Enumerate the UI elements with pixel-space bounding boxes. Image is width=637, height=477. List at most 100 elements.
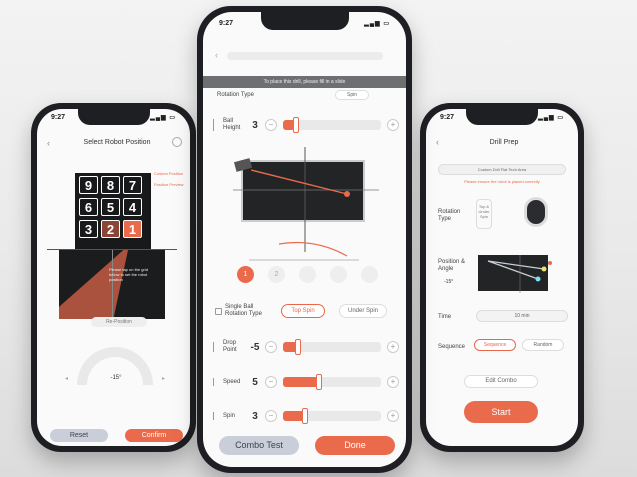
ball-height-knob[interactable]	[293, 117, 299, 133]
ball-4-label: 4	[336, 271, 341, 278]
speed-plus[interactable]: +	[387, 376, 399, 388]
rotation-values: Top & Under Spin	[476, 199, 492, 229]
reposition-button[interactable]: Re-Position	[91, 317, 147, 327]
speed-knob[interactable]	[316, 374, 322, 390]
drop-point-slider[interactable]	[283, 339, 381, 355]
ball-5-label: 5	[367, 271, 372, 278]
drop-icon	[213, 342, 219, 352]
drop-point-minus[interactable]: −	[265, 341, 277, 353]
back-icon[interactable]: ‹	[436, 137, 439, 147]
height-icon	[213, 119, 219, 131]
key-9[interactable]: 9	[79, 176, 98, 194]
clock: 9:27	[219, 20, 234, 27]
edit-combo-button[interactable]: Edit Combo	[464, 375, 538, 388]
legend-preview: Position Preview	[154, 182, 184, 187]
spin-plus[interactable]: +	[387, 410, 399, 422]
ball-1[interactable]: 1	[237, 266, 254, 283]
under-spin-option[interactable]: Under Spin	[339, 304, 387, 318]
key-4[interactable]: 4	[123, 198, 142, 216]
drop-point-plus[interactable]: +	[387, 341, 399, 353]
grid-instruction: Please tap on the grid below to set the …	[109, 267, 148, 282]
page-title: Drill Prep	[489, 139, 519, 146]
drill-dropdown[interactable]: Custom Drill Flat Tech Area	[438, 164, 566, 175]
ball-height-plus[interactable]: +	[387, 119, 399, 131]
reset-button[interactable]: Reset	[50, 429, 108, 442]
drop-point-knob[interactable]	[295, 339, 301, 355]
back-icon[interactable]: ‹	[47, 138, 50, 148]
spin-slider[interactable]	[283, 408, 381, 424]
legend: Custom Position Position Preview	[154, 171, 184, 187]
single-ball-label: Single Ball Rotation Type	[225, 304, 262, 317]
top-spin-option[interactable]: Top Spin	[281, 304, 325, 318]
right-screen: 9:27 ▂▄▆ ▭ ‹ Drill Prep Custom Drill Fla…	[426, 109, 578, 446]
back-icon[interactable]: ‹	[215, 50, 218, 60]
speed-slider[interactable]	[283, 374, 381, 390]
ball-2[interactable]: 2	[268, 266, 285, 283]
rotation-checkbox[interactable]	[215, 308, 222, 315]
signal-battery-icon: ▂▄▆ ▭	[538, 115, 564, 121]
confirm-button[interactable]: Confirm	[125, 429, 183, 442]
sequence-option[interactable]: Sequence	[474, 339, 516, 351]
clock: 9:27	[51, 114, 66, 121]
speed-minus[interactable]: −	[265, 376, 277, 388]
speed-icon	[213, 378, 219, 386]
ball-3[interactable]: 3	[299, 266, 316, 283]
right-phone: 9:27 ▂▄▆ ▭ ‹ Drill Prep Custom Drill Fla…	[420, 103, 584, 452]
marketing-stage: 9:27 ▂▄▆ ▭ ‹ Select Robot Position 9 8 7…	[0, 0, 637, 477]
done-button[interactable]: Done	[315, 436, 395, 455]
ball-height-label: Ball Height	[223, 118, 241, 131]
spin-label: Spin	[223, 412, 236, 419]
key-2[interactable]: 2	[101, 220, 120, 238]
drop-point-row: Drop Point -5 − +	[213, 339, 401, 355]
sequence-label: Sequence	[438, 344, 466, 350]
info-icon[interactable]	[172, 137, 182, 147]
key-7[interactable]: 7	[123, 176, 142, 194]
table-half: Please tap on the grid below to set the …	[59, 249, 165, 319]
time-selector[interactable]: 10 min	[476, 310, 568, 322]
legend-custom: Custom Position	[154, 171, 184, 176]
signal-battery-icon: ▂▄▆ ▭	[364, 21, 390, 27]
angle-readout: -15°	[444, 279, 454, 285]
ball-3-label: 3	[305, 271, 310, 278]
spin-knob[interactable]	[302, 408, 308, 424]
ball-4[interactable]: 4	[330, 266, 347, 283]
toast-banner: To place this drill, please fill in a sl…	[203, 76, 406, 88]
rotation-type-label: Rotation Type	[438, 209, 461, 222]
banner-text: To place this drill, please fill in a sl…	[263, 79, 346, 85]
dial-plus-icon[interactable]: ▸	[162, 375, 165, 382]
ball-2-label: 2	[274, 271, 279, 278]
ball-selector: 1 2 3 4 5	[237, 266, 378, 283]
rotation-type-label: Rotation Type	[217, 92, 254, 98]
random-option[interactable]: Random	[522, 339, 564, 351]
ball-5[interactable]: 5	[361, 266, 378, 283]
signal-battery-icon: ▂▄▆ ▭	[150, 115, 176, 121]
spin-select[interactable]: Spin	[335, 90, 369, 100]
key-6[interactable]: 6	[79, 198, 98, 216]
dropdown-value: Custom Drill Flat Tech Area	[477, 167, 527, 172]
speed-row: Speed 5 − +	[213, 374, 401, 390]
spin-value: 3	[252, 410, 258, 422]
notch	[77, 109, 150, 125]
spin-minus[interactable]: −	[265, 410, 277, 422]
left-screen: 9:27 ▂▄▆ ▭ ‹ Select Robot Position 9 8 7…	[37, 109, 190, 446]
time-value: 10 min	[514, 313, 530, 319]
placement-note: Please ensure the robot is placed correc…	[464, 179, 540, 184]
start-button[interactable]: Start	[464, 401, 538, 423]
cone	[59, 249, 130, 319]
key-8[interactable]: 8	[101, 176, 120, 194]
spin-icon	[213, 412, 219, 420]
robot-icon	[524, 197, 548, 227]
key-3[interactable]: 3	[79, 220, 98, 238]
combo-test-button[interactable]: Combo Test	[219, 436, 299, 455]
dial-minus-icon[interactable]: ◂	[65, 375, 68, 382]
keypad: 9 8 7 6 5 4 3 2 1	[79, 176, 149, 238]
ball-height-value: 3	[252, 119, 258, 131]
drop-point-label: Drop Point	[223, 340, 237, 353]
key-5[interactable]: 5	[101, 198, 120, 216]
drop-point-value: -5	[250, 341, 260, 353]
ball-height-minus[interactable]: −	[265, 119, 277, 131]
spin-row: Spin 3 − +	[213, 408, 401, 424]
ball-height-slider[interactable]	[283, 117, 381, 133]
ball-height-row: Ball Height 3 − +	[213, 117, 401, 133]
key-1[interactable]: 1	[123, 220, 142, 238]
